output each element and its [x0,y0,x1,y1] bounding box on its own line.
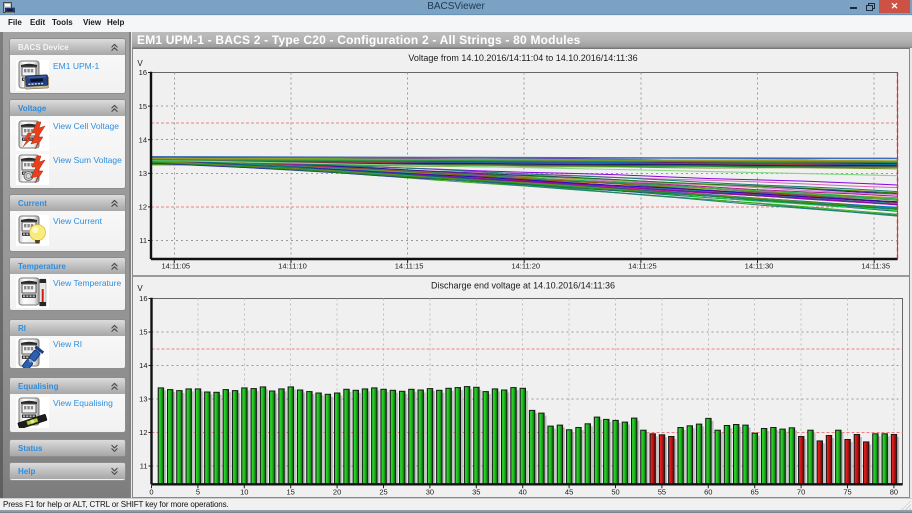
svg-text:14: 14 [139,361,147,370]
svg-text:14:11:20: 14:11:20 [511,262,540,271]
svg-text:14:11:10: 14:11:10 [278,262,307,271]
svg-text:75: 75 [843,487,851,496]
svg-text:11: 11 [139,236,147,245]
svg-text:12: 12 [139,428,147,437]
svg-text:40: 40 [519,487,527,496]
svg-text:65: 65 [751,487,759,496]
svg-text:16: 16 [139,68,147,77]
svg-text:10: 10 [240,487,248,496]
svg-text:14:11:35: 14:11:35 [861,262,890,271]
svg-text:5: 5 [196,487,200,496]
svg-text:14:11:05: 14:11:05 [161,262,190,271]
svg-text:25: 25 [379,487,387,496]
svg-text:13: 13 [139,169,147,178]
svg-text:Voltage from 14.10.2016/14:11:: Voltage from 14.10.2016/14:11:04 to 14.1… [408,53,637,63]
svg-text:15: 15 [287,487,295,496]
svg-text:55: 55 [658,487,666,496]
svg-text:60: 60 [704,487,712,496]
svg-text:80: 80 [890,487,898,496]
svg-text:30: 30 [426,487,434,496]
svg-text:12: 12 [139,203,147,212]
svg-text:14:11:30: 14:11:30 [745,262,774,271]
svg-text:V: V [137,59,143,68]
svg-text:Discharge end voltage at 14.10: Discharge end voltage at 14.10.2016/14:1… [431,281,615,291]
svg-text:16: 16 [139,294,147,303]
svg-text:15: 15 [139,328,147,337]
svg-text:14: 14 [139,135,147,144]
svg-text:14:11:25: 14:11:25 [628,262,657,271]
svg-text:0: 0 [149,487,153,496]
svg-text:20: 20 [333,487,341,496]
svg-text:50: 50 [611,487,619,496]
svg-text:13: 13 [139,395,147,404]
svg-text:70: 70 [797,487,805,496]
svg-text:35: 35 [472,487,480,496]
svg-text:11: 11 [140,462,148,471]
svg-text:45: 45 [565,487,573,496]
svg-text:15: 15 [139,102,147,111]
svg-text:14:11:15: 14:11:15 [395,262,424,271]
svg-text:V: V [137,284,143,293]
